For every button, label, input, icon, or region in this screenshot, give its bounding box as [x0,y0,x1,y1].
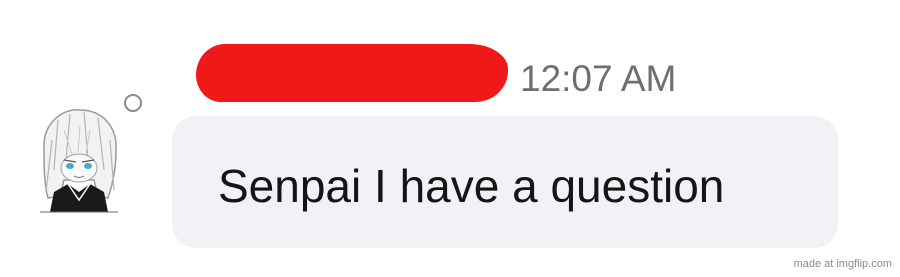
anime-girl-avatar-icon [40,109,118,213]
sender-name-redacted [196,44,508,102]
imgflip-watermark: made at imgflip.com [793,258,892,270]
message-bubble[interactable]: Senpai I have a question [172,116,838,248]
message-timestamp: 12:07 AM [520,58,677,99]
presence-status-icon [124,94,142,112]
avatar[interactable] [24,100,134,220]
message-text: Senpai I have a question [218,160,725,212]
